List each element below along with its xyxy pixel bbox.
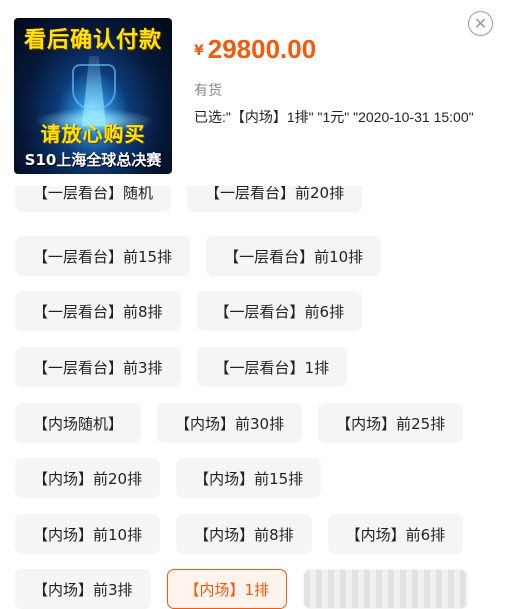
- option-chip[interactable]: 【内场】前8排: [176, 514, 312, 554]
- close-button[interactable]: ✕: [468, 11, 493, 36]
- option-chip[interactable]: 【内场】前20排: [15, 458, 161, 498]
- stock-status: 有货: [194, 83, 222, 99]
- option-chip[interactable]: 【内场】前10排: [15, 514, 161, 554]
- image-banner-bottom: S10上海全球总决赛: [24, 151, 162, 169]
- option-chip[interactable]: 【一层看台】前10排: [206, 236, 382, 276]
- option-chip[interactable]: 【一层看台】前8排: [15, 291, 181, 331]
- selected-summary: 已选:"【内场】1排" "1元" "2020-10-31 15:00": [194, 109, 474, 125]
- option-chip[interactable]: 【一层看台】前20排: [187, 186, 363, 212]
- option-chip[interactable]: 【一层看台】前6排: [196, 291, 363, 331]
- currency-symbol: ¥: [194, 43, 204, 59]
- option-chip[interactable]: 【内场】前30排: [157, 403, 303, 443]
- option-chip[interactable]: 【内场随机】: [15, 403, 142, 443]
- option-chip[interactable]: 【一层看台】1排: [196, 347, 348, 387]
- option-chip[interactable]: 【一层看台】前3排: [15, 347, 181, 387]
- product-image: 看后确认付款 请放心购买 S10上海全球总决赛: [14, 18, 172, 174]
- option-chip-selected[interactable]: 【内场】1排: [166, 569, 288, 609]
- image-banner-mid: 请放心购买: [40, 122, 146, 146]
- option-chip[interactable]: 【内场】前6排: [327, 514, 464, 554]
- seat-options: 【一层看台】随机 【一层看台】前20排 【一层看台】前15排 【一层看台】前10…: [0, 186, 508, 609]
- image-banner-top: 看后确认付款: [23, 27, 162, 53]
- price-amount: 29800.00: [207, 34, 317, 64]
- option-chip[interactable]: 【内场】前25排: [318, 403, 464, 443]
- option-chip[interactable]: 【一层看台】随机: [15, 186, 172, 212]
- option-chip[interactable]: 【内场】前15排: [176, 458, 322, 498]
- option-chip[interactable]: 【内场】前3排: [15, 569, 151, 609]
- price: ¥29800.00: [194, 34, 316, 65]
- option-chip[interactable]: 【一层看台】前15排: [15, 236, 191, 276]
- option-chip-obscured[interactable]: [303, 569, 469, 609]
- trophy-icon: [72, 64, 116, 110]
- close-icon: ✕: [473, 13, 488, 33]
